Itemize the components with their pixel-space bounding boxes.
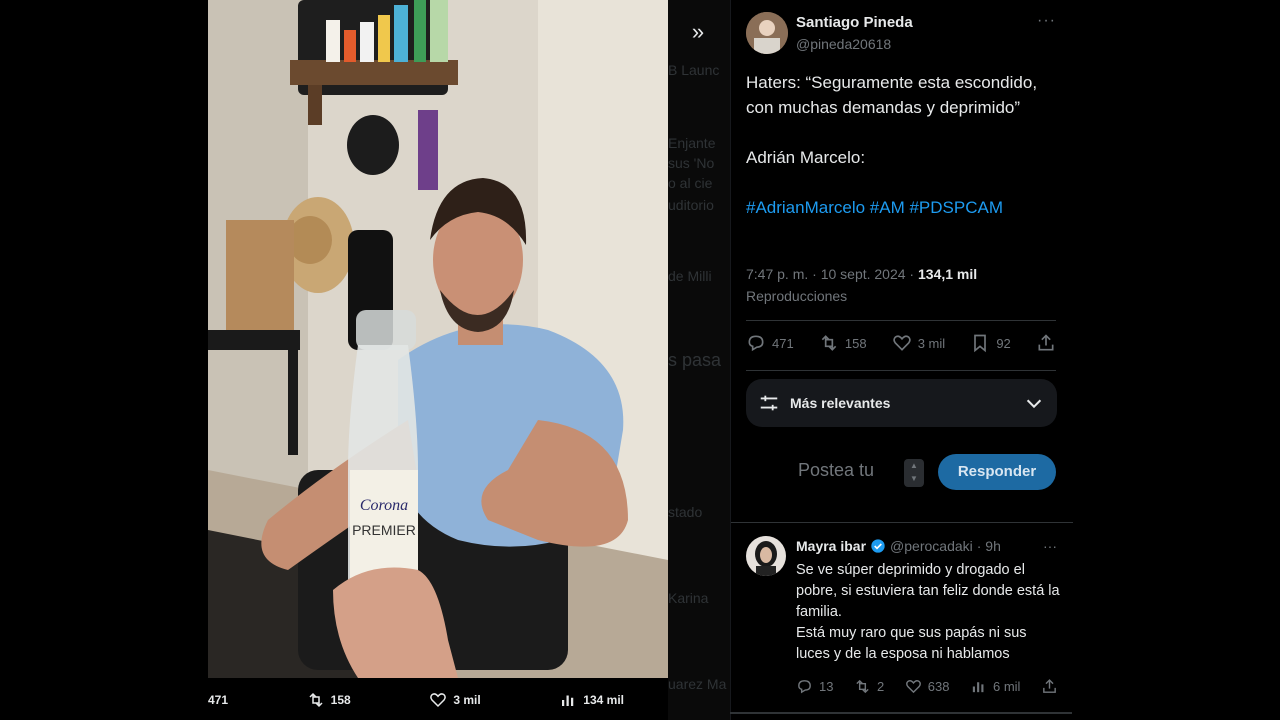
reply-actions: 13 2 638 6 mil [796, 678, 1058, 695]
scroll-handle[interactable]: ▲ ▼ [904, 459, 924, 487]
like-count: 3 mil [917, 335, 946, 351]
reply-reply-button[interactable]: 13 [796, 678, 833, 695]
reply-views-count: 6 mil [993, 679, 1021, 694]
divider [746, 320, 1056, 321]
reply-text-line: Se ve súper deprimido y drogado el pobre… [796, 562, 1060, 620]
sort-label: Más relevantes [790, 395, 891, 411]
bookmark-icon [974, 334, 987, 353]
reply-reply-count: 13 [819, 679, 834, 694]
tweet-views: 134,1 mil [918, 266, 978, 282]
reply-submit-button[interactable]: Responder [938, 454, 1056, 490]
tweet-photo[interactable]: Corona PREMIER [208, 0, 668, 678]
media-like-stat[interactable]: 3 mil [429, 691, 481, 709]
media-like-count: 3 mil [453, 693, 481, 707]
ghost-text: uarez Ma [668, 676, 727, 692]
chevron-down-icon [1026, 399, 1042, 409]
expand-chevron-icon[interactable]: » [686, 20, 710, 44]
ghost-text: s pasa [668, 350, 722, 370]
tweet-panel: Santiago Pineda @pineda20618 ··· Haters:… [730, 0, 1073, 720]
retweet-icon [856, 679, 869, 694]
share-icon [1038, 334, 1054, 351]
media-retweet-count: 158 [330, 693, 351, 707]
ghost-text: Enjante [668, 135, 716, 151]
views-icon [562, 695, 574, 706]
reply-icon [748, 335, 764, 352]
reply-retweet-count: 2 [877, 679, 885, 694]
tweet-meta: 7:47 p. m. · 10 sept. 2024 · 134,1 mil R… [746, 263, 1066, 307]
reply-button[interactable]: 471 [746, 333, 794, 353]
media-reply-stat[interactable]: 471 [208, 693, 228, 707]
share-button[interactable] [1036, 333, 1056, 353]
divider [730, 712, 1072, 714]
reply-input[interactable]: Postea tu [798, 460, 874, 481]
views-icon [972, 682, 984, 693]
author-handle[interactable]: @pineda20618 [796, 36, 891, 52]
divider [731, 522, 1073, 523]
reply-header: Mayra ibar @perocadaki · 9h [796, 538, 1001, 554]
sort-replies-dropdown[interactable]: Más relevantes [746, 379, 1057, 427]
reply-author-avatar[interactable] [746, 536, 786, 576]
ghost-text: de Milli [668, 268, 712, 284]
ghost-text: o al cie [668, 175, 713, 191]
verified-badge-icon [871, 539, 885, 553]
like-icon [430, 693, 447, 708]
bottle-brand: Corona [360, 497, 408, 514]
share-icon [1043, 679, 1056, 693]
retweet-count: 158 [844, 335, 867, 351]
retweet-icon [309, 692, 323, 708]
bottle-label: PREMIER [352, 522, 416, 538]
reply-more-options-icon[interactable]: ··· [1043, 538, 1057, 554]
tweet-timestamp[interactable]: 7:47 p. m. · 10 sept. 2024 · [746, 266, 918, 282]
like-icon [905, 680, 921, 694]
media-reply-count: 471 [208, 693, 229, 707]
reply-like-count: 638 [927, 679, 950, 694]
ghost-text: Karina [668, 590, 709, 606]
bookmark-button[interactable]: 92 [970, 333, 1011, 353]
compose-reply: Postea tu ▲ ▼ Responder [746, 452, 1057, 492]
media-viewer: Corona PREMIER 471 158 3 mil 134 mil [208, 0, 668, 720]
tweet-text: Haters: “Seguramente esta escondido, con… [746, 70, 1056, 245]
ghost-text: uditorio [668, 197, 714, 213]
tweet-actions: 471 158 3 mil 92 [746, 333, 1056, 353]
tweet-text-line: Haters: “Seguramente esta escondido, con… [746, 73, 1038, 117]
ghost-text: B Launc [668, 62, 720, 78]
retweet-button[interactable]: 158 [819, 333, 867, 353]
tweet-hashtags[interactable]: #AdrianMarcelo #AM #PDSPCAM [746, 195, 1056, 220]
more-options-icon[interactable]: ··· [1037, 12, 1056, 30]
reply-text: Se ve súper deprimido y drogado el pobre… [796, 560, 1061, 665]
tweet-views-label: Reproducciones [746, 288, 848, 304]
bookmark-count: 92 [996, 335, 1011, 351]
author-name[interactable]: Santiago Pineda [796, 14, 913, 31]
background-timeline: B Launc Enjante sus 'No o al cie uditori… [668, 0, 730, 720]
tweet-text-line: Adrián Marcelo: [746, 148, 866, 167]
ghost-text: sus 'No [668, 155, 715, 171]
media-views-count: 134 mil [583, 693, 624, 707]
reply-tweet[interactable]: Mayra ibar @perocadaki · 9h ··· Se ve sú… [731, 524, 1073, 714]
reply-views-button[interactable]: 6 mil [970, 678, 1020, 695]
retweet-icon [821, 335, 837, 351]
reply-age: · 9h [976, 538, 1001, 554]
like-icon [892, 335, 911, 351]
like-button[interactable]: 3 mil [892, 333, 945, 353]
media-retweet-stat[interactable]: 158 [307, 691, 351, 709]
reply-text-line: Está muy raro que sus papás ni sus luces… [796, 625, 1027, 662]
reply-author-handle[interactable]: @perocadaki [890, 538, 973, 554]
divider [746, 370, 1056, 371]
ghost-text: stado [668, 504, 703, 520]
filter-sliders-icon [760, 395, 778, 411]
reply-like-button[interactable]: 638 [905, 678, 950, 695]
author-avatar[interactable] [746, 12, 788, 54]
reply-icon [798, 680, 811, 694]
reply-count: 471 [772, 335, 794, 351]
reply-share-button[interactable] [1041, 678, 1058, 695]
reply-author-name[interactable]: Mayra ibar [796, 538, 866, 554]
media-stats-bar: 471 158 3 mil 134 mil [208, 680, 668, 720]
media-views-stat[interactable]: 134 mil [559, 691, 624, 709]
reply-retweet-button[interactable]: 2 [854, 678, 884, 695]
